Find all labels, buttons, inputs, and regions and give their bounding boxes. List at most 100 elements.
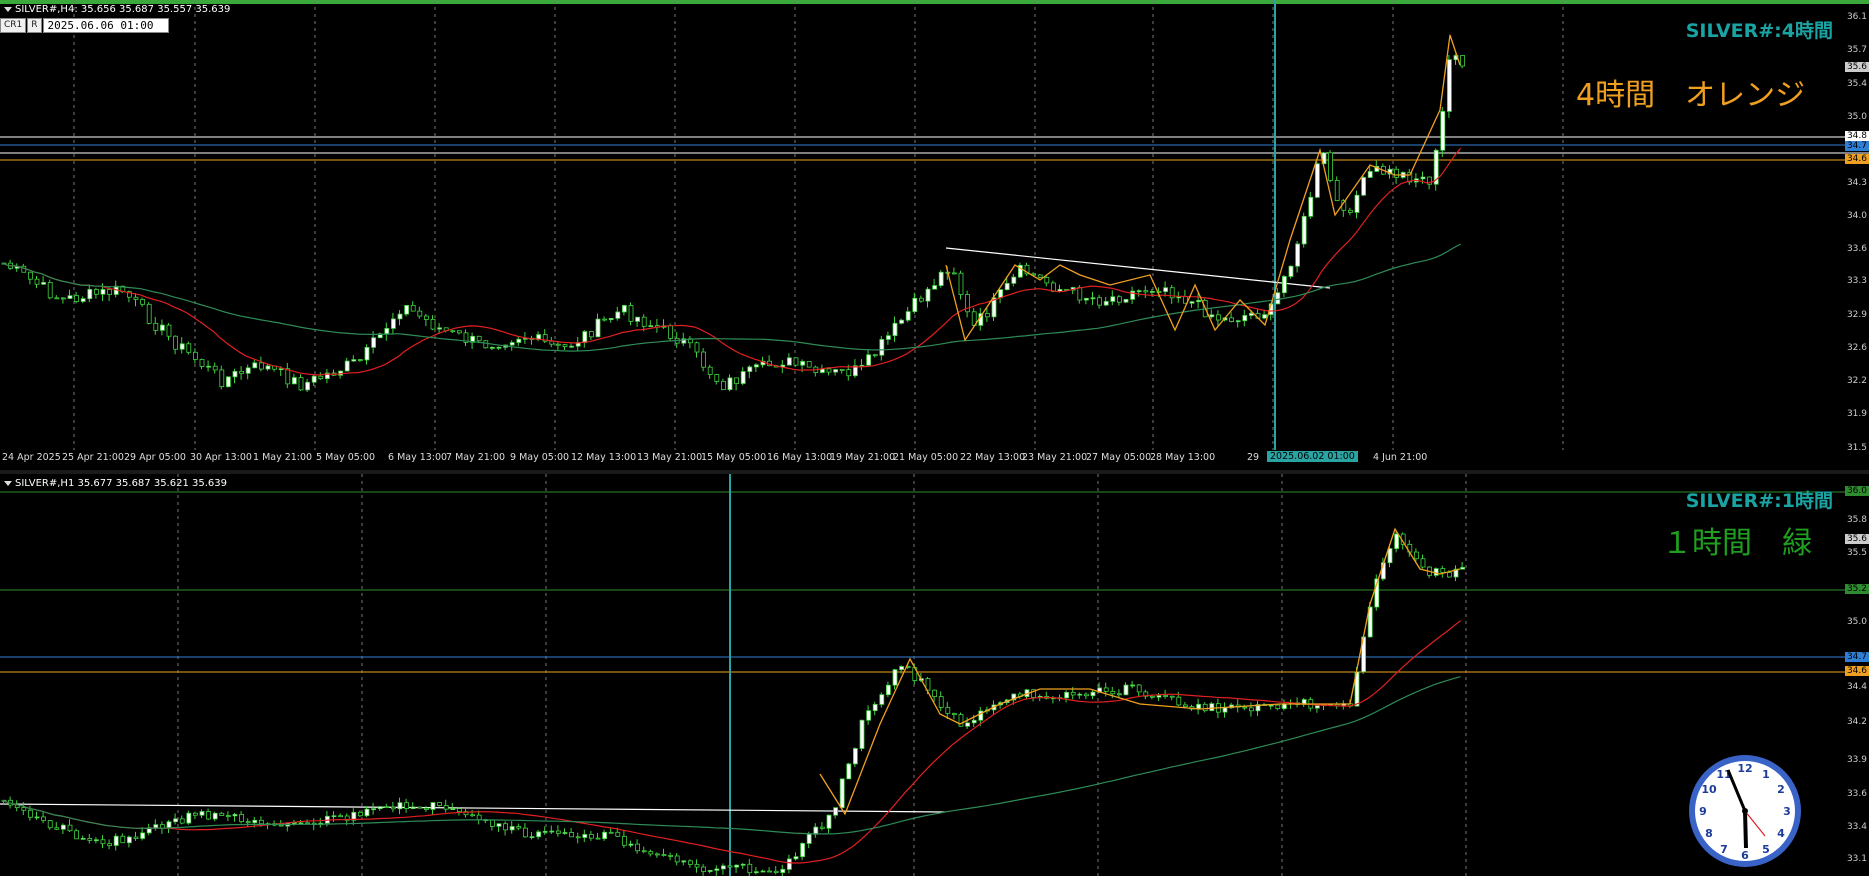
candle — [1460, 55, 1465, 67]
price-axis-label: 34.2 — [1846, 717, 1867, 727]
candle — [483, 340, 489, 349]
candle — [496, 823, 502, 827]
price-axis-label: 35.8 — [1846, 515, 1867, 525]
candle — [146, 303, 152, 324]
h1-chart-canvas[interactable] — [0, 474, 1869, 876]
candle — [945, 707, 951, 714]
candle — [1249, 707, 1254, 712]
candle — [932, 689, 937, 697]
time-axis-label: 6 May 13:00 — [388, 452, 448, 463]
candle — [872, 704, 878, 712]
candle — [886, 335, 891, 340]
time-axis-label: 29 Apr 05:00 — [124, 452, 186, 463]
candle — [1268, 704, 1274, 707]
dropdown-triangle-icon[interactable] — [4, 6, 12, 12]
candle — [866, 710, 871, 721]
dropdown-triangle-icon[interactable] — [4, 480, 12, 486]
candle — [549, 340, 555, 345]
candle — [793, 856, 799, 860]
candle — [192, 351, 198, 360]
analog-clock-icon: 12 12 345 678 91011 — [1689, 755, 1801, 867]
candle — [1103, 687, 1109, 692]
candle — [562, 832, 568, 834]
candle — [628, 843, 634, 846]
candle — [371, 337, 377, 348]
time-axis-label: 4 Jun 21:00 — [1373, 452, 1428, 463]
price-axis-label: 33.3 — [1846, 276, 1867, 286]
price-axis-label: 35.7 — [1846, 45, 1867, 55]
candle — [1090, 691, 1096, 697]
candle — [371, 808, 377, 811]
candle — [912, 297, 918, 313]
candle — [694, 342, 700, 353]
price-axis-label: 33.6 — [1846, 789, 1867, 799]
candle — [886, 684, 891, 696]
time-axis-label: 25 Apr 21:00 — [62, 452, 124, 463]
price-tag: 34.7 — [1844, 141, 1869, 151]
time-axis-label: 23 May 21:00 — [1022, 452, 1088, 463]
candle — [298, 822, 304, 825]
candle — [34, 816, 40, 819]
candle — [437, 802, 443, 806]
candle — [450, 330, 456, 333]
cr1-button[interactable]: CR1 — [0, 18, 27, 33]
chart-top-border — [0, 0, 1869, 4]
candle — [681, 860, 687, 863]
candle — [1196, 300, 1201, 303]
candle — [305, 381, 311, 391]
candle — [133, 836, 139, 839]
candle — [470, 814, 476, 817]
candle — [173, 335, 179, 350]
h4-chart-pane[interactable]: SILVER#,H4: 35.656 35.687 35.557 35.639 … — [0, 0, 1869, 470]
h1-chart-pane[interactable]: SILVER#,H1 35.677 35.687 35.621 35.639 S… — [0, 474, 1869, 876]
candle — [668, 855, 673, 857]
candle — [212, 365, 218, 371]
candle — [919, 297, 924, 302]
candle — [423, 315, 429, 320]
candle — [61, 824, 66, 830]
time-axis-label: 16 May 13:00 — [767, 452, 833, 463]
candle — [734, 377, 739, 384]
candle — [714, 868, 720, 871]
candle — [589, 834, 594, 839]
candle — [305, 822, 311, 825]
candle — [1235, 320, 1241, 323]
candle — [1447, 572, 1452, 578]
svg-text:4: 4 — [1777, 827, 1785, 840]
date-input[interactable]: 2025.06.06 01:00 — [42, 18, 169, 33]
candle — [27, 809, 33, 818]
candle — [100, 839, 106, 845]
candle — [562, 344, 568, 347]
candle — [21, 807, 27, 811]
candle — [740, 371, 746, 384]
candle — [820, 826, 825, 829]
time-axis-label: 28 May 13:00 — [1150, 452, 1216, 463]
r-button[interactable]: R — [27, 18, 42, 33]
candle — [1097, 297, 1102, 306]
candle — [41, 282, 46, 285]
candle — [734, 864, 739, 868]
candle — [701, 866, 706, 872]
candle — [509, 342, 515, 346]
candle — [806, 833, 812, 844]
candle — [476, 335, 482, 342]
candle — [397, 313, 403, 320]
candle — [94, 839, 99, 842]
candle — [1242, 706, 1248, 709]
candle — [212, 812, 218, 820]
candle — [833, 369, 838, 373]
candle — [542, 830, 548, 833]
candle — [872, 354, 878, 357]
candle — [806, 361, 812, 368]
candle — [1084, 693, 1089, 697]
candle — [199, 811, 205, 816]
candle — [674, 855, 680, 863]
candle — [747, 863, 753, 874]
candle — [1189, 301, 1195, 304]
candle — [826, 368, 832, 373]
candle — [866, 354, 871, 366]
candle — [489, 819, 495, 827]
h1-chart-title: SILVER#:1時間 — [1685, 490, 1833, 512]
candle — [1387, 548, 1393, 564]
candle — [192, 812, 198, 816]
